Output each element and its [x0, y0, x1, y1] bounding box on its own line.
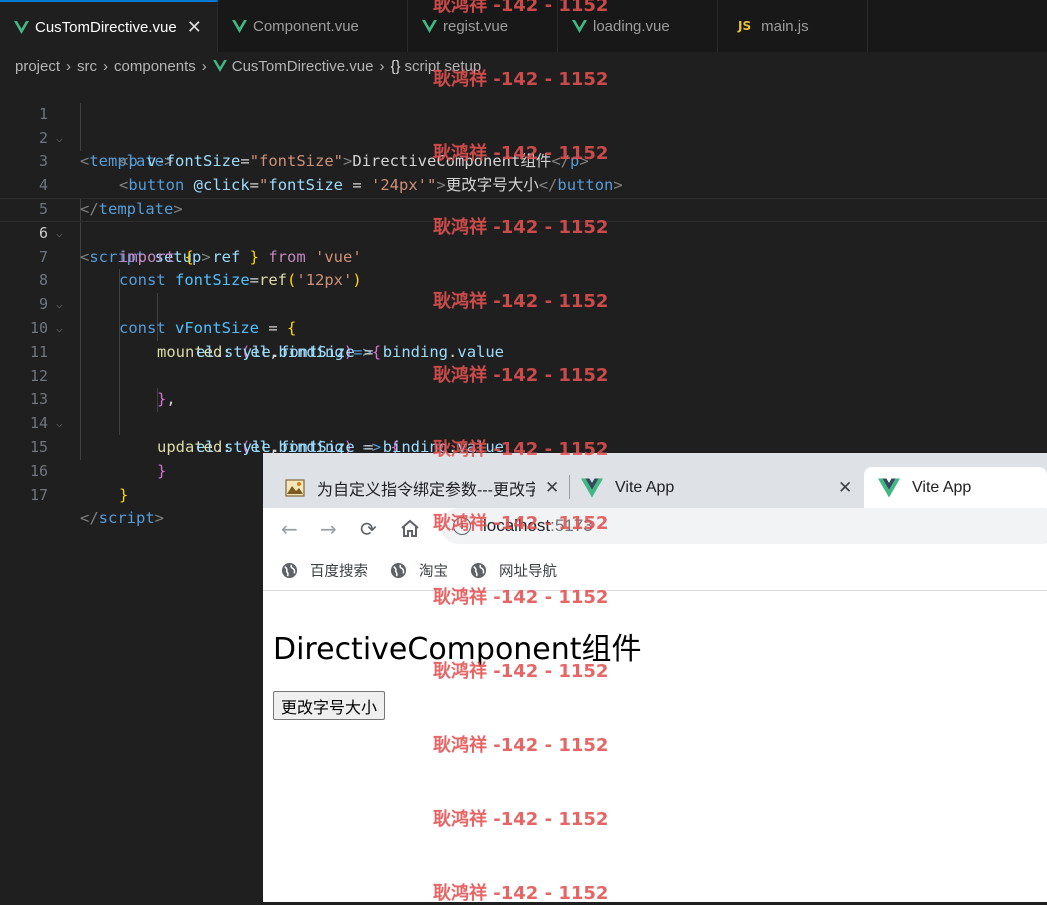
address-bar[interactable]: i localhost:5173 — [441, 508, 1047, 544]
reload-icon[interactable]: ⟳ — [360, 517, 377, 541]
code-line: 3 <button @click="fontSize = '24px'">更改字… — [0, 127, 1047, 194]
browser-window: 为自定义指令绑定参数---更改字 ✕ Vite App ✕ Vite App ←… — [263, 453, 1047, 902]
change-font-size-button[interactable]: 更改字号大小 — [273, 691, 386, 720]
code-line: 9 ⌵ mounted: (el,binding)=>{ — [0, 269, 1047, 361]
line-number: 17 — [29, 485, 48, 504]
page-heading: DirectiveComponent组件 — [273, 632, 642, 667]
code-line: 11 — [0, 317, 1047, 361]
code-editor[interactable]: 1 ⌵ <template> 2 <p v-fontSize="fontSize… — [0, 79, 1047, 527]
breadcrumb-symbol[interactable]: script setup — [405, 58, 482, 75]
globe-icon — [470, 562, 487, 578]
tab-separator — [569, 475, 570, 499]
vue-icon — [14, 20, 29, 34]
browser-tab-strip: 为自定义指令绑定参数---更改字 ✕ Vite App ✕ Vite App — [263, 453, 1047, 508]
browser-tab-article[interactable]: 为自定义指令绑定参数---更改字 ✕ — [285, 467, 565, 508]
code-line: 2 <p v-fontSize="fontSize">DirectiveComp… — [0, 103, 1047, 171]
tab-label: main.js — [761, 17, 809, 35]
vue-icon — [572, 19, 587, 33]
tab-label: regist.vue — [443, 17, 509, 35]
browser-toolbar: ← → ⟳ i localhost:5173 — [263, 508, 1047, 550]
address-port: :5173 — [550, 516, 593, 535]
code-line: 15 } — [0, 412, 1047, 480]
code-line: 5 ⌵ <script setup> — [0, 174, 1047, 266]
bookmark-label: 网址导航 — [499, 563, 557, 580]
browser-tab-vite-active[interactable]: Vite App — [864, 467, 1047, 508]
bookmark-nav[interactable]: 网址导航 — [470, 560, 557, 581]
close-icon[interactable]: ✕ — [545, 478, 559, 498]
breadcrumb-file[interactable]: CusTomDirective.vue — [232, 58, 374, 75]
code-line: 8 ⌵ const vFontSize = { — [0, 246, 1047, 337]
chevron-right-icon: › — [379, 57, 385, 75]
editor-tab-main-js[interactable]: JS main.js — [718, 0, 868, 52]
bookmark-label: 百度搜索 — [310, 563, 368, 580]
close-icon[interactable]: ✕ — [187, 17, 202, 38]
chevron-right-icon: › — [103, 57, 109, 75]
breadcrumb-src[interactable]: src — [77, 58, 97, 75]
editor-tab-bar: CusTomDirective.vue ✕ Component.vue regi… — [0, 0, 1047, 52]
bookmark-taobao[interactable]: 淘宝 — [390, 560, 448, 581]
code-line: 7 const fontSize=ref('12px') — [0, 222, 1047, 290]
tab-label: Component.vue — [253, 17, 359, 35]
braces-icon: {} — [390, 57, 401, 75]
editor-tab-loading[interactable]: loading.vue — [558, 0, 718, 52]
globe-icon — [390, 562, 407, 578]
browser-tab-title: Vite App — [615, 478, 675, 496]
js-icon: JS — [738, 19, 752, 33]
code-line: 4 </template> — [0, 150, 1047, 218]
breadcrumb-project[interactable]: project — [15, 58, 60, 75]
browser-tab-vite-1[interactable]: Vite App ✕ — [581, 467, 861, 508]
browser-tab-title: 为自定义指令绑定参数---更改字 — [317, 481, 535, 499]
breadcrumb: project › src › components › CusTomDirec… — [0, 52, 1047, 80]
tab-label: CusTomDirective.vue — [35, 18, 177, 36]
code-line: 14 el.style.fontSize = binding.value — [0, 388, 1047, 456]
vue-icon — [422, 19, 437, 33]
editor-tab-custom-directive[interactable]: CusTomDirective.vue ✕ — [0, 0, 218, 52]
bookmark-label: 淘宝 — [419, 563, 448, 580]
globe-icon — [281, 562, 298, 578]
vue-icon — [212, 60, 227, 72]
vue-icon — [232, 19, 247, 33]
code-line: 12 }, — [0, 341, 1047, 409]
article-favicon-icon — [285, 479, 305, 496]
close-icon[interactable]: ✕ — [838, 478, 852, 498]
code-line: 13 ⌵ updated: (el,binding) => { — [0, 365, 1047, 456]
code-line: 1 ⌵ <template> — [0, 79, 1047, 171]
breadcrumb-components[interactable]: components — [114, 58, 196, 75]
home-icon[interactable] — [400, 519, 420, 538]
vite-favicon-icon — [878, 477, 900, 498]
editor-tab-regist[interactable]: regist.vue — [408, 0, 558, 52]
info-icon[interactable]: i — [453, 517, 471, 535]
code-line: 10 el.style.fontSize = binding.value — [0, 293, 1047, 361]
code-line-current: 6 import { ref } from 'vue' — [0, 198, 1047, 266]
address-host: localhost — [483, 516, 551, 535]
bookmark-baidu[interactable]: 百度搜索 — [281, 560, 368, 581]
tab-label: loading.vue — [593, 17, 670, 35]
editor-tab-component[interactable]: Component.vue — [218, 0, 408, 52]
bookmarks-bar: 百度搜索 淘宝 网址导航 — [263, 550, 1047, 591]
forward-icon[interactable]: → — [320, 517, 337, 541]
back-icon[interactable]: ← — [281, 517, 298, 541]
chevron-right-icon: › — [66, 57, 72, 75]
vite-favicon-icon — [581, 477, 603, 498]
chevron-right-icon: › — [201, 57, 207, 75]
browser-tab-title: Vite App — [912, 478, 972, 496]
